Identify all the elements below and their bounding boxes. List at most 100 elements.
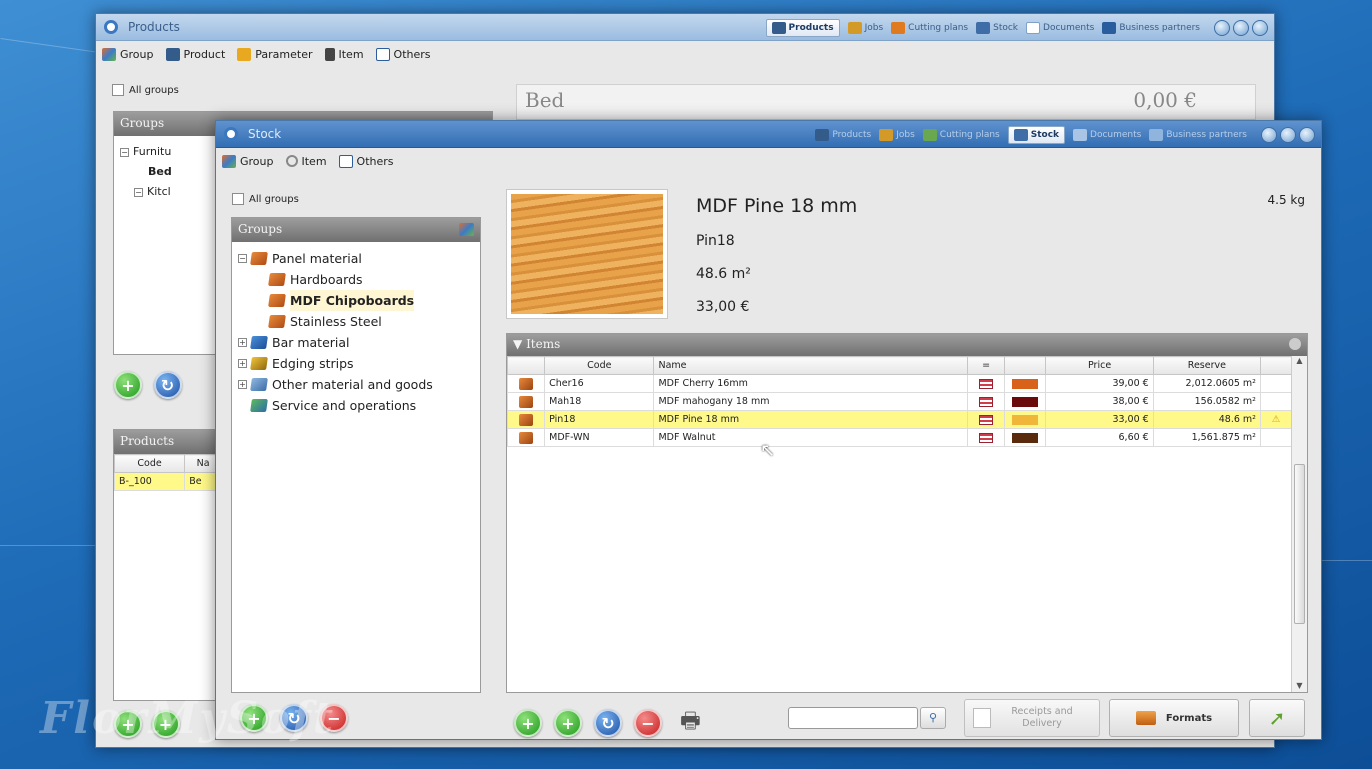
jobs-icon <box>879 128 894 141</box>
item-icon <box>285 155 298 167</box>
edit-item-button[interactable]: ↻ <box>594 709 622 737</box>
groups-options-icon[interactable] <box>459 223 474 236</box>
stock-titlebar[interactable]: Stock Products Jobs Cutting plans Stock … <box>216 121 1321 148</box>
minimize-button[interactable] <box>1261 126 1277 143</box>
col-code[interactable]: Code <box>544 356 655 375</box>
cell-reserve: 48.6 m² <box>1152 410 1262 429</box>
items-scrollbar[interactable]: ▲ ▼ <box>1291 356 1307 692</box>
col-color[interactable] <box>1004 356 1047 375</box>
menu-group[interactable]: Group <box>102 47 154 61</box>
table-row[interactable]: Mah18 MDF mahogany 18 mm 38,00 €156.0582 m… <box>506 392 1292 411</box>
search-input[interactable] <box>788 707 918 729</box>
unit-icon <box>979 432 994 443</box>
documents-icon <box>1073 128 1088 141</box>
others-icon <box>375 47 390 61</box>
items-panel: ▼ Items Code Name = Price Reserve Cher16… <box>506 333 1308 693</box>
menu-parameter[interactable]: Parameter <box>237 47 313 61</box>
tree-item[interactable]: + Bar material <box>238 332 474 353</box>
menu-product[interactable]: Product <box>165 47 225 61</box>
nav-products[interactable]: Products <box>765 18 840 37</box>
tree-item[interactable]: + Other material and goods <box>238 374 474 395</box>
tree-item[interactable]: Stainless Steel <box>238 311 474 332</box>
module-nav: Products Jobs Cutting plans Stock Docume… <box>815 121 1315 148</box>
confirm-button[interactable]: ➚ <box>1249 699 1305 737</box>
tree-item[interactable]: + Edging strips <box>238 353 474 374</box>
search-button[interactable]: ⚲ <box>920 707 946 729</box>
all-groups-checkbox[interactable]: All groups <box>112 84 179 96</box>
close-button[interactable] <box>1299 126 1315 143</box>
tree-item[interactable]: Service and operations <box>238 395 474 416</box>
wood-texture-image <box>511 194 663 314</box>
menu-others[interactable]: Others <box>375 47 431 61</box>
tree-item[interactable]: − Panel material <box>238 248 474 269</box>
nav-documents[interactable]: Documents <box>1073 128 1141 141</box>
add-group-button[interactable]: + <box>114 371 142 399</box>
formats-button[interactable]: Formats <box>1109 699 1239 737</box>
col-price[interactable]: Price <box>1045 356 1154 375</box>
col-warning[interactable] <box>1260 356 1292 375</box>
row-icon <box>506 392 546 411</box>
maximize-button[interactable] <box>1280 126 1296 143</box>
nav-stock[interactable]: Stock <box>1007 125 1066 144</box>
products-titlebar[interactable]: Products Products Jobs Cutting plans Sto… <box>96 14 1274 41</box>
tree-item[interactable]: MDF Chipoboards <box>238 290 474 311</box>
products-table: Code Na B-_100 Be <box>113 454 222 491</box>
tree-expander[interactable]: + <box>238 338 247 347</box>
table-row[interactable]: B-_100 Be <box>113 472 222 491</box>
menu-group[interactable]: Group <box>222 154 274 168</box>
scroll-up-icon[interactable]: ▲ <box>1292 356 1307 365</box>
delete-item-button[interactable]: − <box>634 709 662 737</box>
color-swatch <box>1012 378 1039 389</box>
all-groups-checkbox[interactable]: All groups <box>232 193 299 205</box>
minimize-button[interactable] <box>1214 19 1230 36</box>
cell-reserve: 156.0582 m² <box>1152 392 1262 411</box>
cell-unit <box>967 392 1006 411</box>
tree-item[interactable]: Hardboards <box>238 269 474 290</box>
cutting-plans-icon <box>891 21 906 34</box>
nav-stock[interactable]: Stock <box>976 21 1018 34</box>
table-row[interactable]: MDF-WN MDF Walnut 6,60 €1,561.875 m² <box>506 428 1292 447</box>
cell-reserve: 1,561.875 m² <box>1152 428 1262 447</box>
table-row[interactable]: Cher16 MDF Cherry 16mm 39,00 €2,012.0605 m… <box>506 374 1292 393</box>
nav-cutting-plans[interactable]: Cutting plans <box>891 21 968 34</box>
refresh-icon[interactable] <box>1289 338 1301 350</box>
tree-expander[interactable]: − <box>238 254 247 263</box>
add-item-button[interactable]: + <box>514 709 542 737</box>
cell-warning: ⚠ <box>1260 410 1292 429</box>
tree-expander[interactable]: + <box>238 359 247 368</box>
group-icon <box>102 47 116 61</box>
scroll-thumb[interactable] <box>1294 464 1305 624</box>
menu-others[interactable]: Others <box>338 154 394 168</box>
cell-warning <box>1260 392 1292 411</box>
groups-panel: Groups − Panel material Hardboards MDF Chip… <box>231 217 481 693</box>
edit-group-button[interactable]: ↻ <box>153 371 182 399</box>
table-row[interactable]: Pin18 MDF Pine 18 mm 33,00 €48.6 m² ⚠ <box>506 410 1292 429</box>
copy-item-button[interactable]: + <box>554 709 582 737</box>
tree-expander[interactable]: + <box>238 380 247 389</box>
col-unit[interactable]: = <box>967 356 1006 375</box>
col-name[interactable]: Name <box>653 356 969 375</box>
nav-cutting-plans[interactable]: Cutting plans <box>922 128 1000 141</box>
receipts-delivery-button[interactable]: Receipts and Delivery <box>964 699 1100 737</box>
business-partners-icon <box>1102 21 1117 34</box>
menu-item[interactable]: Item <box>324 47 364 61</box>
item-icon <box>324 47 335 61</box>
nav-products[interactable]: Products <box>815 128 871 141</box>
material-icon <box>519 413 534 426</box>
cell-unit <box>967 428 1006 447</box>
filter-icon[interactable]: ▼ <box>513 337 522 351</box>
maximize-button[interactable] <box>1233 19 1249 36</box>
print-icon[interactable]: 🖶 <box>680 704 701 742</box>
menu-item[interactable]: Item <box>285 155 327 168</box>
nav-jobs[interactable]: Jobs <box>847 21 883 34</box>
scroll-down-icon[interactable]: ▼ <box>1292 681 1307 690</box>
nav-business-partners[interactable]: Business partners <box>1102 21 1200 34</box>
close-button[interactable] <box>1252 19 1268 36</box>
nav-jobs[interactable]: Jobs <box>879 128 915 141</box>
cell-price: 33,00 € <box>1045 410 1154 429</box>
col-reserve[interactable]: Reserve <box>1152 356 1262 375</box>
stock-icon <box>976 21 991 34</box>
nav-business-partners[interactable]: Business partners <box>1149 128 1247 141</box>
watermark-logo: FlorMySoft <box>40 693 336 744</box>
nav-documents[interactable]: Documents <box>1026 21 1094 34</box>
